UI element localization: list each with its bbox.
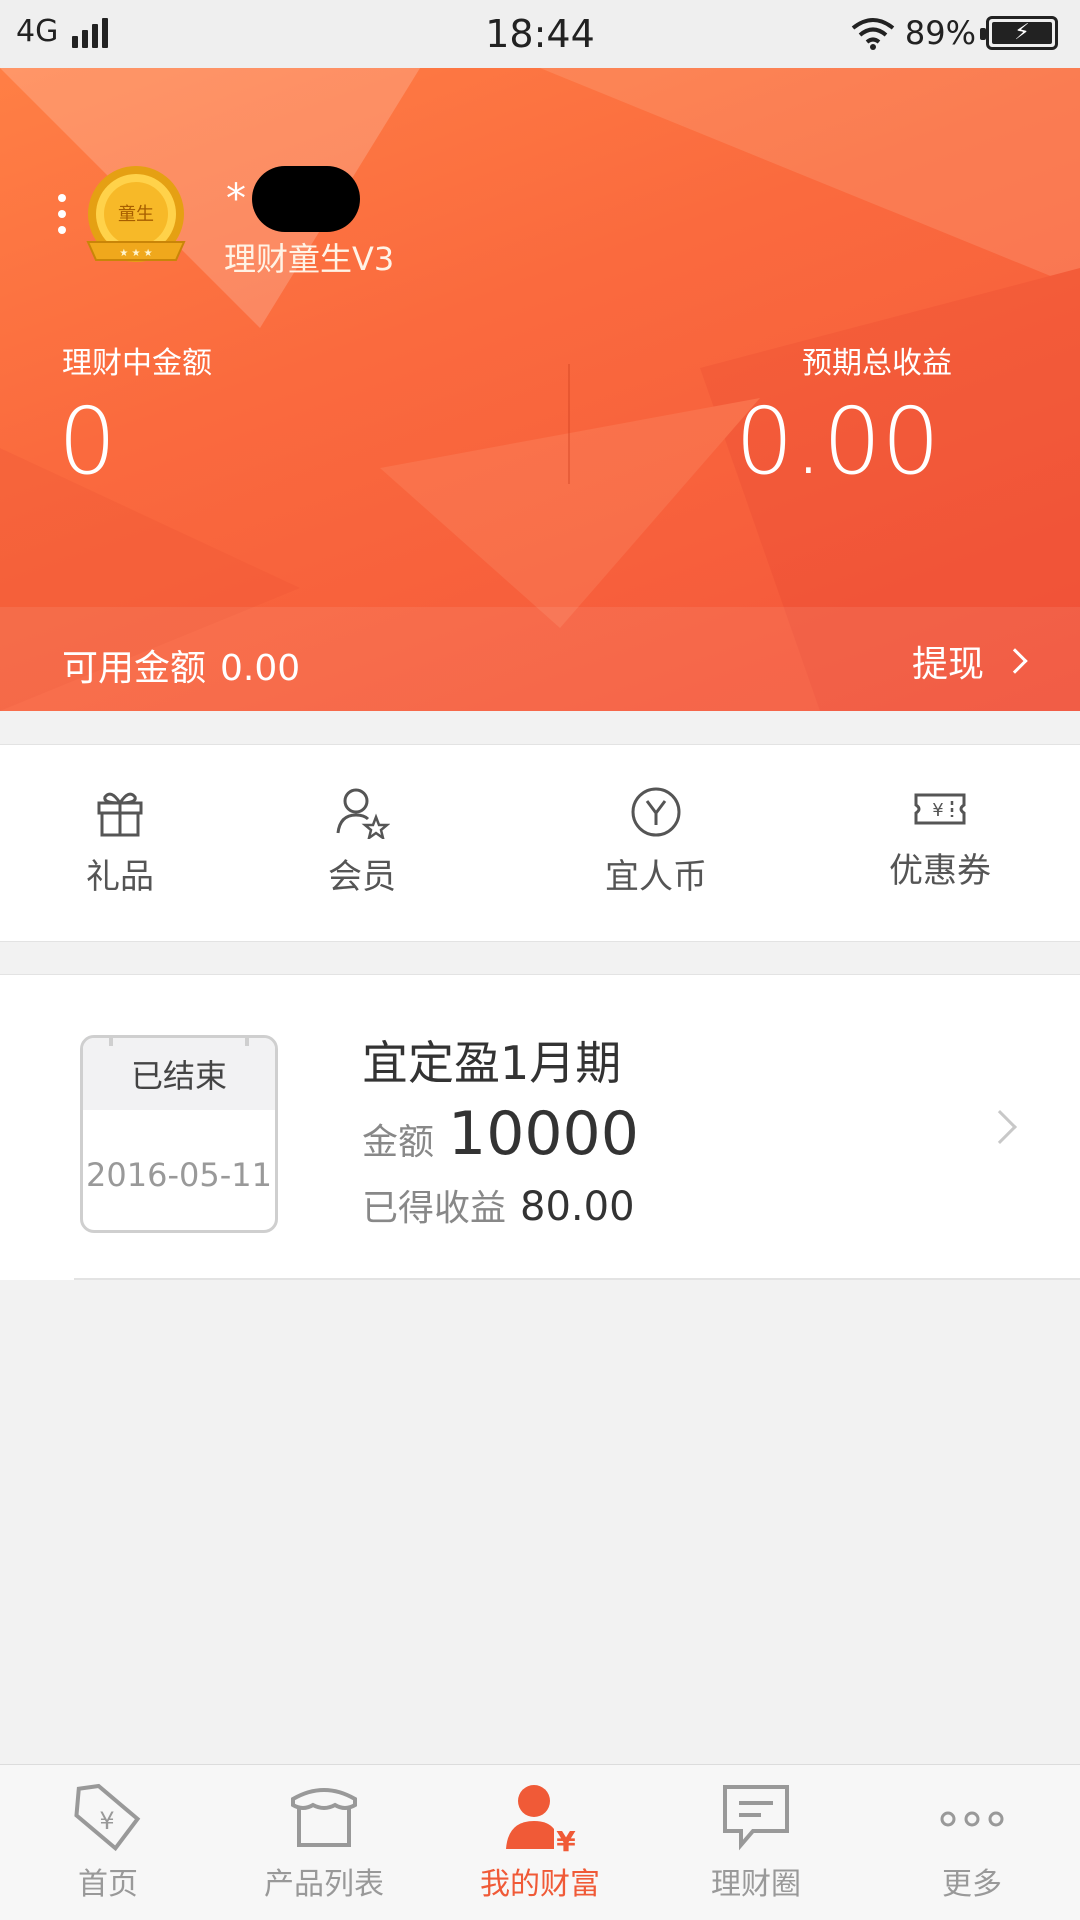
wealth-header: 童生 ★ ★ ★ * 理财童生V3 理财中金额 0 预期总收益 0.00 可用金… xyxy=(0,68,1080,711)
card-divider xyxy=(74,1278,1080,1280)
available-balance-label: 可用金额 xyxy=(62,648,207,689)
store-icon xyxy=(291,1788,357,1847)
summary-divider xyxy=(568,364,570,484)
home-tag-icon: ¥ xyxy=(74,1783,141,1852)
screen: 4G 18:44 89% ⚡ 童生 ★ ★ ★ * 理财童生V3 理财中金额 0… xyxy=(0,0,1080,1920)
battery-icon: ⚡ xyxy=(980,16,1058,50)
quick-actions: 礼品 会员 宜人币 ¥ 优惠券 xyxy=(0,744,1080,942)
redacted-name xyxy=(252,166,360,232)
withdraw-label: 提现 xyxy=(911,644,984,685)
product-amount: 金额 10000 xyxy=(362,1099,639,1169)
tab-my-wealth[interactable]: ¥ 我的财富 xyxy=(440,1779,640,1903)
wifi-icon xyxy=(851,18,895,50)
available-balance: 可用金额 0.00 xyxy=(62,639,300,691)
user-name: * xyxy=(226,166,360,232)
battery-percent: 89% xyxy=(904,14,976,52)
yiren-coin-icon xyxy=(631,787,681,837)
available-balance-value: 0.00 xyxy=(220,648,301,689)
tab-more[interactable]: 更多 xyxy=(872,1779,1072,1903)
svg-text:★ ★ ★: ★ ★ ★ xyxy=(119,248,152,259)
tab-more-label: 更多 xyxy=(942,1867,1002,1902)
member-icon xyxy=(336,788,390,839)
tab-home-label: 首页 xyxy=(78,1867,138,1902)
chevron-right-icon xyxy=(983,1110,1017,1144)
tab-finance-circle[interactable]: 理财圈 xyxy=(656,1779,856,1903)
amount-label: 金额 xyxy=(362,1122,435,1163)
expected-income-label: 预期总收益 xyxy=(802,346,952,381)
chat-icon xyxy=(723,1785,789,1851)
level-medal-icon: 童生 ★ ★ ★ xyxy=(86,166,186,262)
earned-label: 已得收益 xyxy=(362,1188,507,1229)
product-date: 2016-05-11 xyxy=(86,1156,272,1194)
svg-text:¥: ¥ xyxy=(556,1825,576,1855)
product-title: 宜定盈1月期 xyxy=(362,1036,622,1090)
svg-text:¥: ¥ xyxy=(99,1807,114,1835)
investing-amount-label: 理财中金额 xyxy=(62,346,212,381)
tab-product-list[interactable]: 产品列表 xyxy=(224,1779,424,1903)
available-balance-bar: 可用金额 0.00 提现 xyxy=(0,607,1080,711)
amount-value: 10000 xyxy=(448,1099,639,1169)
product-card[interactable]: 已结束 2016-05-11 宜定盈1月期 金额 10000 已得收益 80.0… xyxy=(0,974,1080,1280)
tab-finance-circle-label: 理财圈 xyxy=(711,1867,801,1902)
product-status: 已结束 xyxy=(83,1038,275,1110)
my-wealth-icon: ¥ xyxy=(506,1785,576,1855)
gift-icon xyxy=(97,792,143,837)
expected-income-value[interactable]: 0.00 xyxy=(735,388,940,495)
menu-dots-icon[interactable] xyxy=(58,194,66,234)
tab-home[interactable]: ¥ 首页 xyxy=(8,1779,208,1903)
action-gift-label: 礼品 xyxy=(86,857,154,897)
withdraw-button[interactable]: 提现 xyxy=(911,635,1028,687)
action-coupon[interactable]: ¥ 优惠券 xyxy=(840,785,1040,892)
action-member[interactable]: 会员 xyxy=(262,785,462,898)
status-bar: 4G 18:44 89% ⚡ xyxy=(0,0,1080,68)
action-yiren-coin[interactable]: 宜人币 xyxy=(556,785,756,898)
action-yiren-coin-label: 宜人币 xyxy=(605,857,707,897)
chevron-right-icon xyxy=(1002,648,1028,674)
coupon-icon: ¥ xyxy=(914,793,966,825)
medal-text: 童生 xyxy=(118,204,154,225)
user-level[interactable]: 理财童生V3 xyxy=(224,234,394,280)
tab-product-list-label: 产品列表 xyxy=(264,1867,384,1902)
action-gift[interactable]: 礼品 xyxy=(20,785,220,898)
action-coupon-label: 优惠券 xyxy=(889,851,991,891)
investing-amount-value[interactable]: 0 xyxy=(58,388,117,495)
product-earnings: 已得收益 80.00 xyxy=(362,1179,635,1231)
calendar-badge: 已结束 2016-05-11 xyxy=(80,1035,278,1233)
bottom-nav: ¥ 首页 产品列表 ¥ 我的财富 理财圈 更多 xyxy=(0,1764,1080,1920)
user-name-prefix: * xyxy=(226,176,246,222)
earned-value: 80.00 xyxy=(520,1184,635,1230)
svg-text:¥: ¥ xyxy=(932,800,943,821)
tab-my-wealth-label: 我的财富 xyxy=(480,1867,600,1902)
action-member-label: 会员 xyxy=(328,857,396,897)
more-dots-icon xyxy=(940,1811,1004,1827)
status-right: 89% ⚡ xyxy=(851,14,1058,52)
